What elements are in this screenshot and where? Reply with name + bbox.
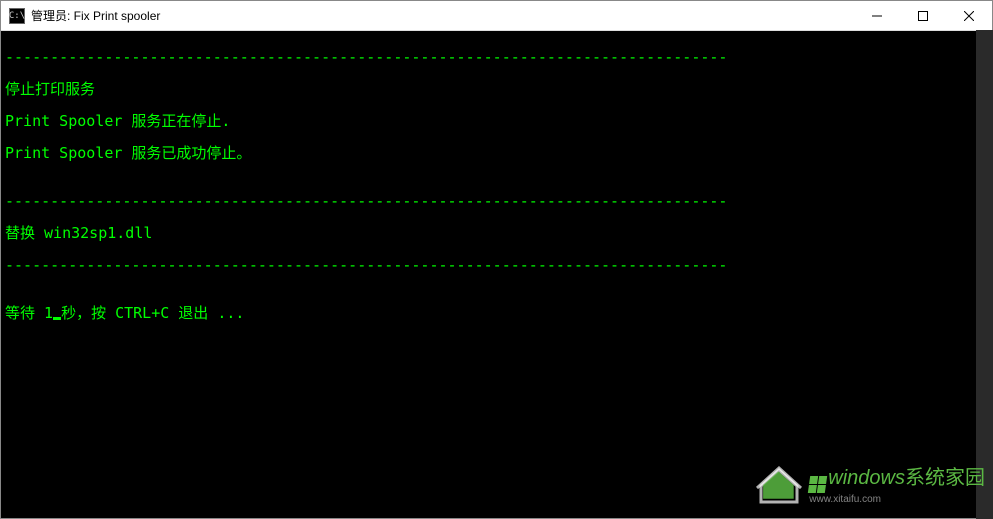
close-button[interactable] — [946, 1, 992, 30]
output-line: 停止打印服务 — [5, 81, 988, 97]
maximize-button[interactable] — [900, 1, 946, 30]
divider-line: ----------------------------------------… — [5, 193, 988, 209]
minimize-button[interactable] — [854, 1, 900, 30]
output-line: 替换 win32sp1.dll — [5, 225, 988, 241]
divider-line: ----------------------------------------… — [5, 49, 988, 65]
window-title: 管理员: Fix Print spooler — [31, 7, 854, 24]
output-line: 等待 1秒，按 CTRL+C 退出 ... — [5, 305, 988, 321]
house-icon — [755, 460, 803, 513]
windows-flag-icon — [808, 476, 827, 493]
cmd-icon: C:\ — [9, 8, 25, 24]
cursor-icon — [53, 317, 61, 320]
watermark-text: windows 系统家园 www.xitaifu.com — [809, 468, 985, 505]
watermark-suffix: 系统家园 — [905, 468, 985, 488]
watermark-win: windows — [828, 468, 905, 488]
titlebar[interactable]: C:\ 管理员: Fix Print spooler — [1, 1, 992, 31]
console-window: C:\ 管理员: Fix Print spooler -------------… — [0, 0, 993, 519]
divider-line: ----------------------------------------… — [5, 257, 988, 273]
output-line: Print Spooler 服务已成功停止。 — [5, 145, 988, 161]
vertical-scrollbar[interactable] — [976, 30, 993, 519]
window-controls — [854, 1, 992, 30]
watermark-brand: windows 系统家园 — [809, 468, 985, 493]
output-line: Print Spooler 服务正在停止. — [5, 113, 988, 129]
watermark: windows 系统家园 www.xitaifu.com — [755, 460, 985, 513]
terminal-output[interactable]: ----------------------------------------… — [1, 31, 992, 518]
watermark-url: www.xitaifu.com — [809, 495, 985, 505]
